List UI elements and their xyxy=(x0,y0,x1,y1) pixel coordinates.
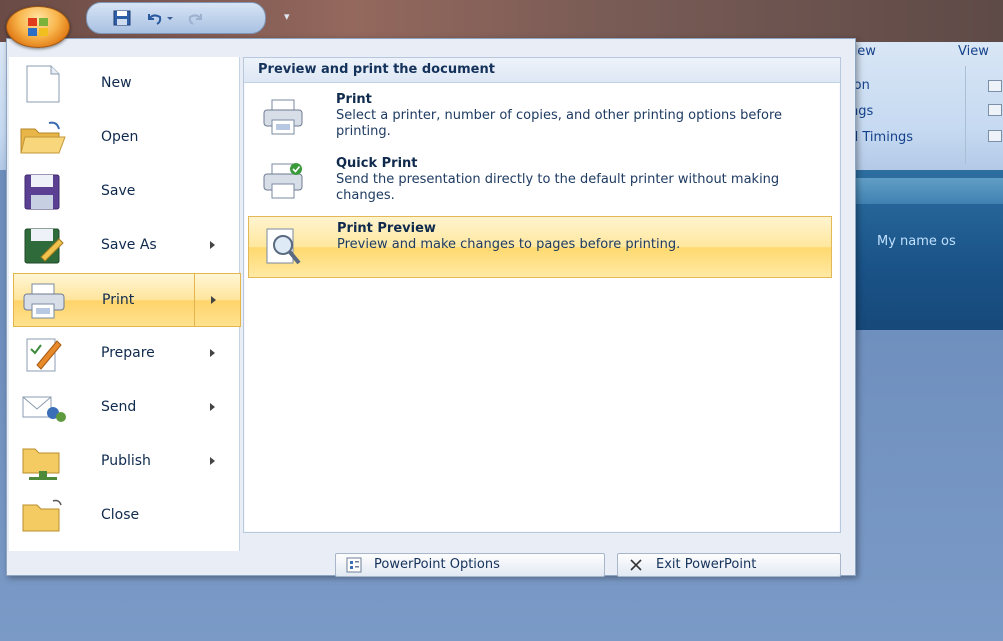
submenu-item-title: Quick Print xyxy=(336,156,418,171)
menu-item-new[interactable]: New xyxy=(13,57,239,109)
submenu-arrow-icon xyxy=(210,457,215,465)
submenu-arrow-icon xyxy=(210,241,215,249)
ribbon-small-icon[interactable] xyxy=(988,104,1002,116)
printer-icon xyxy=(263,99,303,135)
menu-item-print[interactable]: Print xyxy=(13,273,241,327)
office-button[interactable] xyxy=(6,6,70,48)
submenu-item-print[interactable]: Print Select a printer, number of copies… xyxy=(248,88,830,148)
menu-item-publish[interactable]: Publish xyxy=(13,435,239,487)
submenu-arrow-icon xyxy=(210,349,215,357)
ribbon-small-icon[interactable] xyxy=(988,80,1002,92)
menu-item-label: Send xyxy=(101,399,137,415)
prepare-icon xyxy=(26,338,62,372)
close-icon xyxy=(630,559,642,571)
office-menu: New Open Save Save As Print Prepare Send… xyxy=(6,38,856,577)
menu-item-label: Open xyxy=(101,129,139,145)
exit-powerpoint-button[interactable]: Exit PowerPoint xyxy=(617,553,841,577)
menu-item-save-as[interactable]: Save As xyxy=(13,219,239,271)
menu-item-prepare[interactable]: Prepare xyxy=(13,327,239,379)
ribbon-item-3[interactable]: d Timings xyxy=(850,130,913,145)
close-folder-icon xyxy=(22,499,62,532)
customize-qat-icon[interactable]: ▾ xyxy=(284,10,296,23)
print-preview-icon xyxy=(266,228,301,265)
new-document-icon xyxy=(26,65,60,103)
menu-footer: PowerPoint Options Exit PowerPoint xyxy=(7,551,855,577)
office-logo-icon xyxy=(28,18,48,36)
menu-item-save[interactable]: Save xyxy=(13,165,239,217)
undo-icon[interactable] xyxy=(145,10,163,26)
open-folder-icon xyxy=(20,121,66,154)
tab-view[interactable]: View xyxy=(958,44,989,59)
submenu-item-title: Print xyxy=(336,92,372,107)
floppy-disk-icon xyxy=(24,174,60,210)
submenu-item-quick-print[interactable]: Quick Print Send the presentation direct… xyxy=(248,152,830,212)
undo-dropdown-icon[interactable] xyxy=(165,10,175,26)
printer-icon xyxy=(23,283,65,319)
menu-item-send[interactable]: Send xyxy=(13,381,239,433)
submenu-item-description: Select a printer, number of copies, and … xyxy=(336,108,783,139)
submenu-item-description: Preview and make changes to pages before… xyxy=(337,237,681,252)
menu-item-label: Save xyxy=(101,183,136,199)
submenu-header: Preview and print the document xyxy=(244,58,840,83)
menu-item-open[interactable]: Open xyxy=(13,111,239,163)
menu-item-label: Prepare xyxy=(101,345,155,361)
options-icon xyxy=(346,557,362,573)
ribbon-separator xyxy=(965,66,966,164)
send-icon xyxy=(22,396,66,422)
slide-text: My name os xyxy=(877,234,956,249)
button-label: Exit PowerPoint xyxy=(656,557,757,572)
menu-item-label: Close xyxy=(101,507,140,523)
menu-item-label: Save As xyxy=(101,237,157,253)
button-label: PowerPoint Options xyxy=(374,557,500,572)
submenu-arrow-icon xyxy=(210,403,215,411)
publish-icon xyxy=(22,448,60,480)
split-divider xyxy=(194,274,195,326)
submenu-item-print-preview[interactable]: Print Preview Preview and make changes t… xyxy=(248,216,832,278)
ribbon-checkbox-icon[interactable] xyxy=(988,130,1002,142)
submenu-item-title: Print Preview xyxy=(337,221,436,236)
menu-item-label: New xyxy=(101,75,132,91)
print-submenu: Preview and print the document Print Sel… xyxy=(243,57,841,533)
quick-access-toolbar xyxy=(86,2,266,34)
quick-print-icon xyxy=(263,163,303,199)
save-icon[interactable] xyxy=(113,10,131,26)
submenu-arrow-icon xyxy=(211,296,216,304)
save-as-icon xyxy=(24,228,64,264)
submenu-item-description: Send the presentation directly to the de… xyxy=(336,172,780,203)
menu-item-label: Print xyxy=(102,292,135,308)
menu-item-label: Publish xyxy=(101,453,151,469)
redo-icon[interactable] xyxy=(187,10,205,26)
menu-commands: New Open Save Save As Print Prepare Send… xyxy=(9,57,241,551)
menu-item-close[interactable]: Close xyxy=(13,489,239,541)
powerpoint-options-button[interactable]: PowerPoint Options xyxy=(335,553,605,577)
